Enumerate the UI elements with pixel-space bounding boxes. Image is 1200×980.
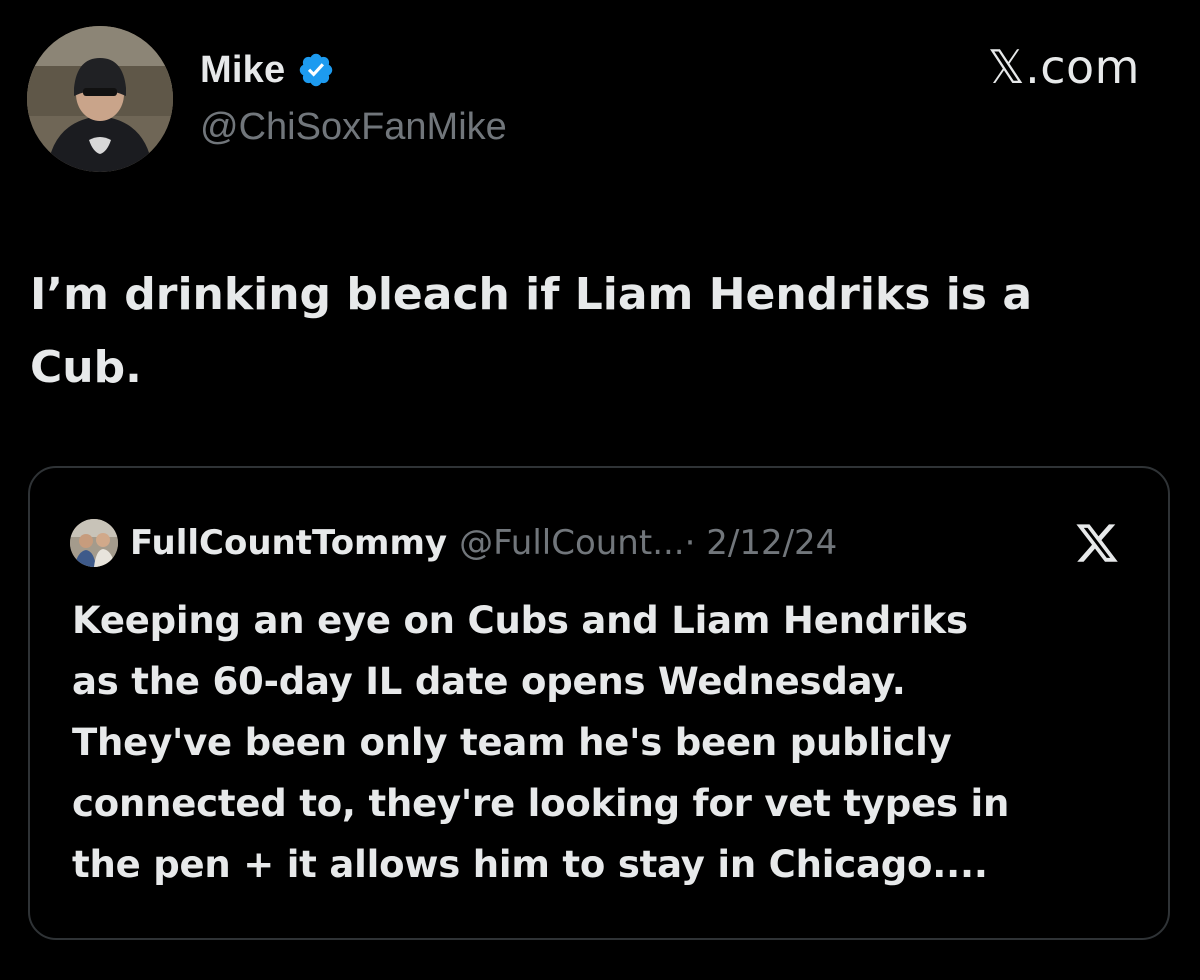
tweet-text-line: I’m drinking bleach if Liam Hendriks is … [30,269,1033,320]
quoted-avatar-photo-icon [70,519,118,567]
author-avatar[interactable] [27,26,173,172]
quoted-text-line: They've been only team he's been publicl… [72,721,952,764]
quoted-author-avatar[interactable] [70,519,118,567]
author-name-row: Mike [200,44,335,96]
quoted-text-line: as the 60-day IL date opens Wednesday. [72,660,906,703]
quoted-text-line: the pen + it allows him to stay in Chica… [72,843,988,886]
tweet-text: I’m drinking bleach if Liam Hendriks is … [30,258,1160,404]
author-display-name[interactable]: Mike [200,49,285,92]
tweet-text-line: Cub. [30,342,142,393]
x-logo-icon [1074,520,1120,566]
quoted-display-name[interactable]: FullCountTommy [130,523,447,563]
tweet-screenshot: Mike @ChiSoxFanMike 𝕏.com I’m drinking b… [0,0,1200,980]
quoted-text-line: Keeping an eye on Cubs and Liam Hendriks [72,599,968,642]
quoted-tweet-card[interactable]: FullCountTommy @FullCount... · 2/12/24 K… [28,466,1170,940]
quoted-date[interactable]: · 2/12/24 [685,523,838,563]
avatar-photo-icon [27,26,173,172]
verified-badge-icon [297,51,335,89]
quoted-handle[interactable]: @FullCount... [459,523,685,563]
author-handle[interactable]: @ChiSoxFanMike [200,106,507,149]
site-label: 𝕏.com [987,40,1140,94]
quoted-tweet-text: Keeping an eye on Cubs and Liam Hendriks… [72,590,1152,895]
quoted-text-line: connected to, they're looking for vet ty… [72,782,1010,825]
quoted-tweet-header: FullCountTommy @FullCount... · 2/12/24 [70,518,837,568]
